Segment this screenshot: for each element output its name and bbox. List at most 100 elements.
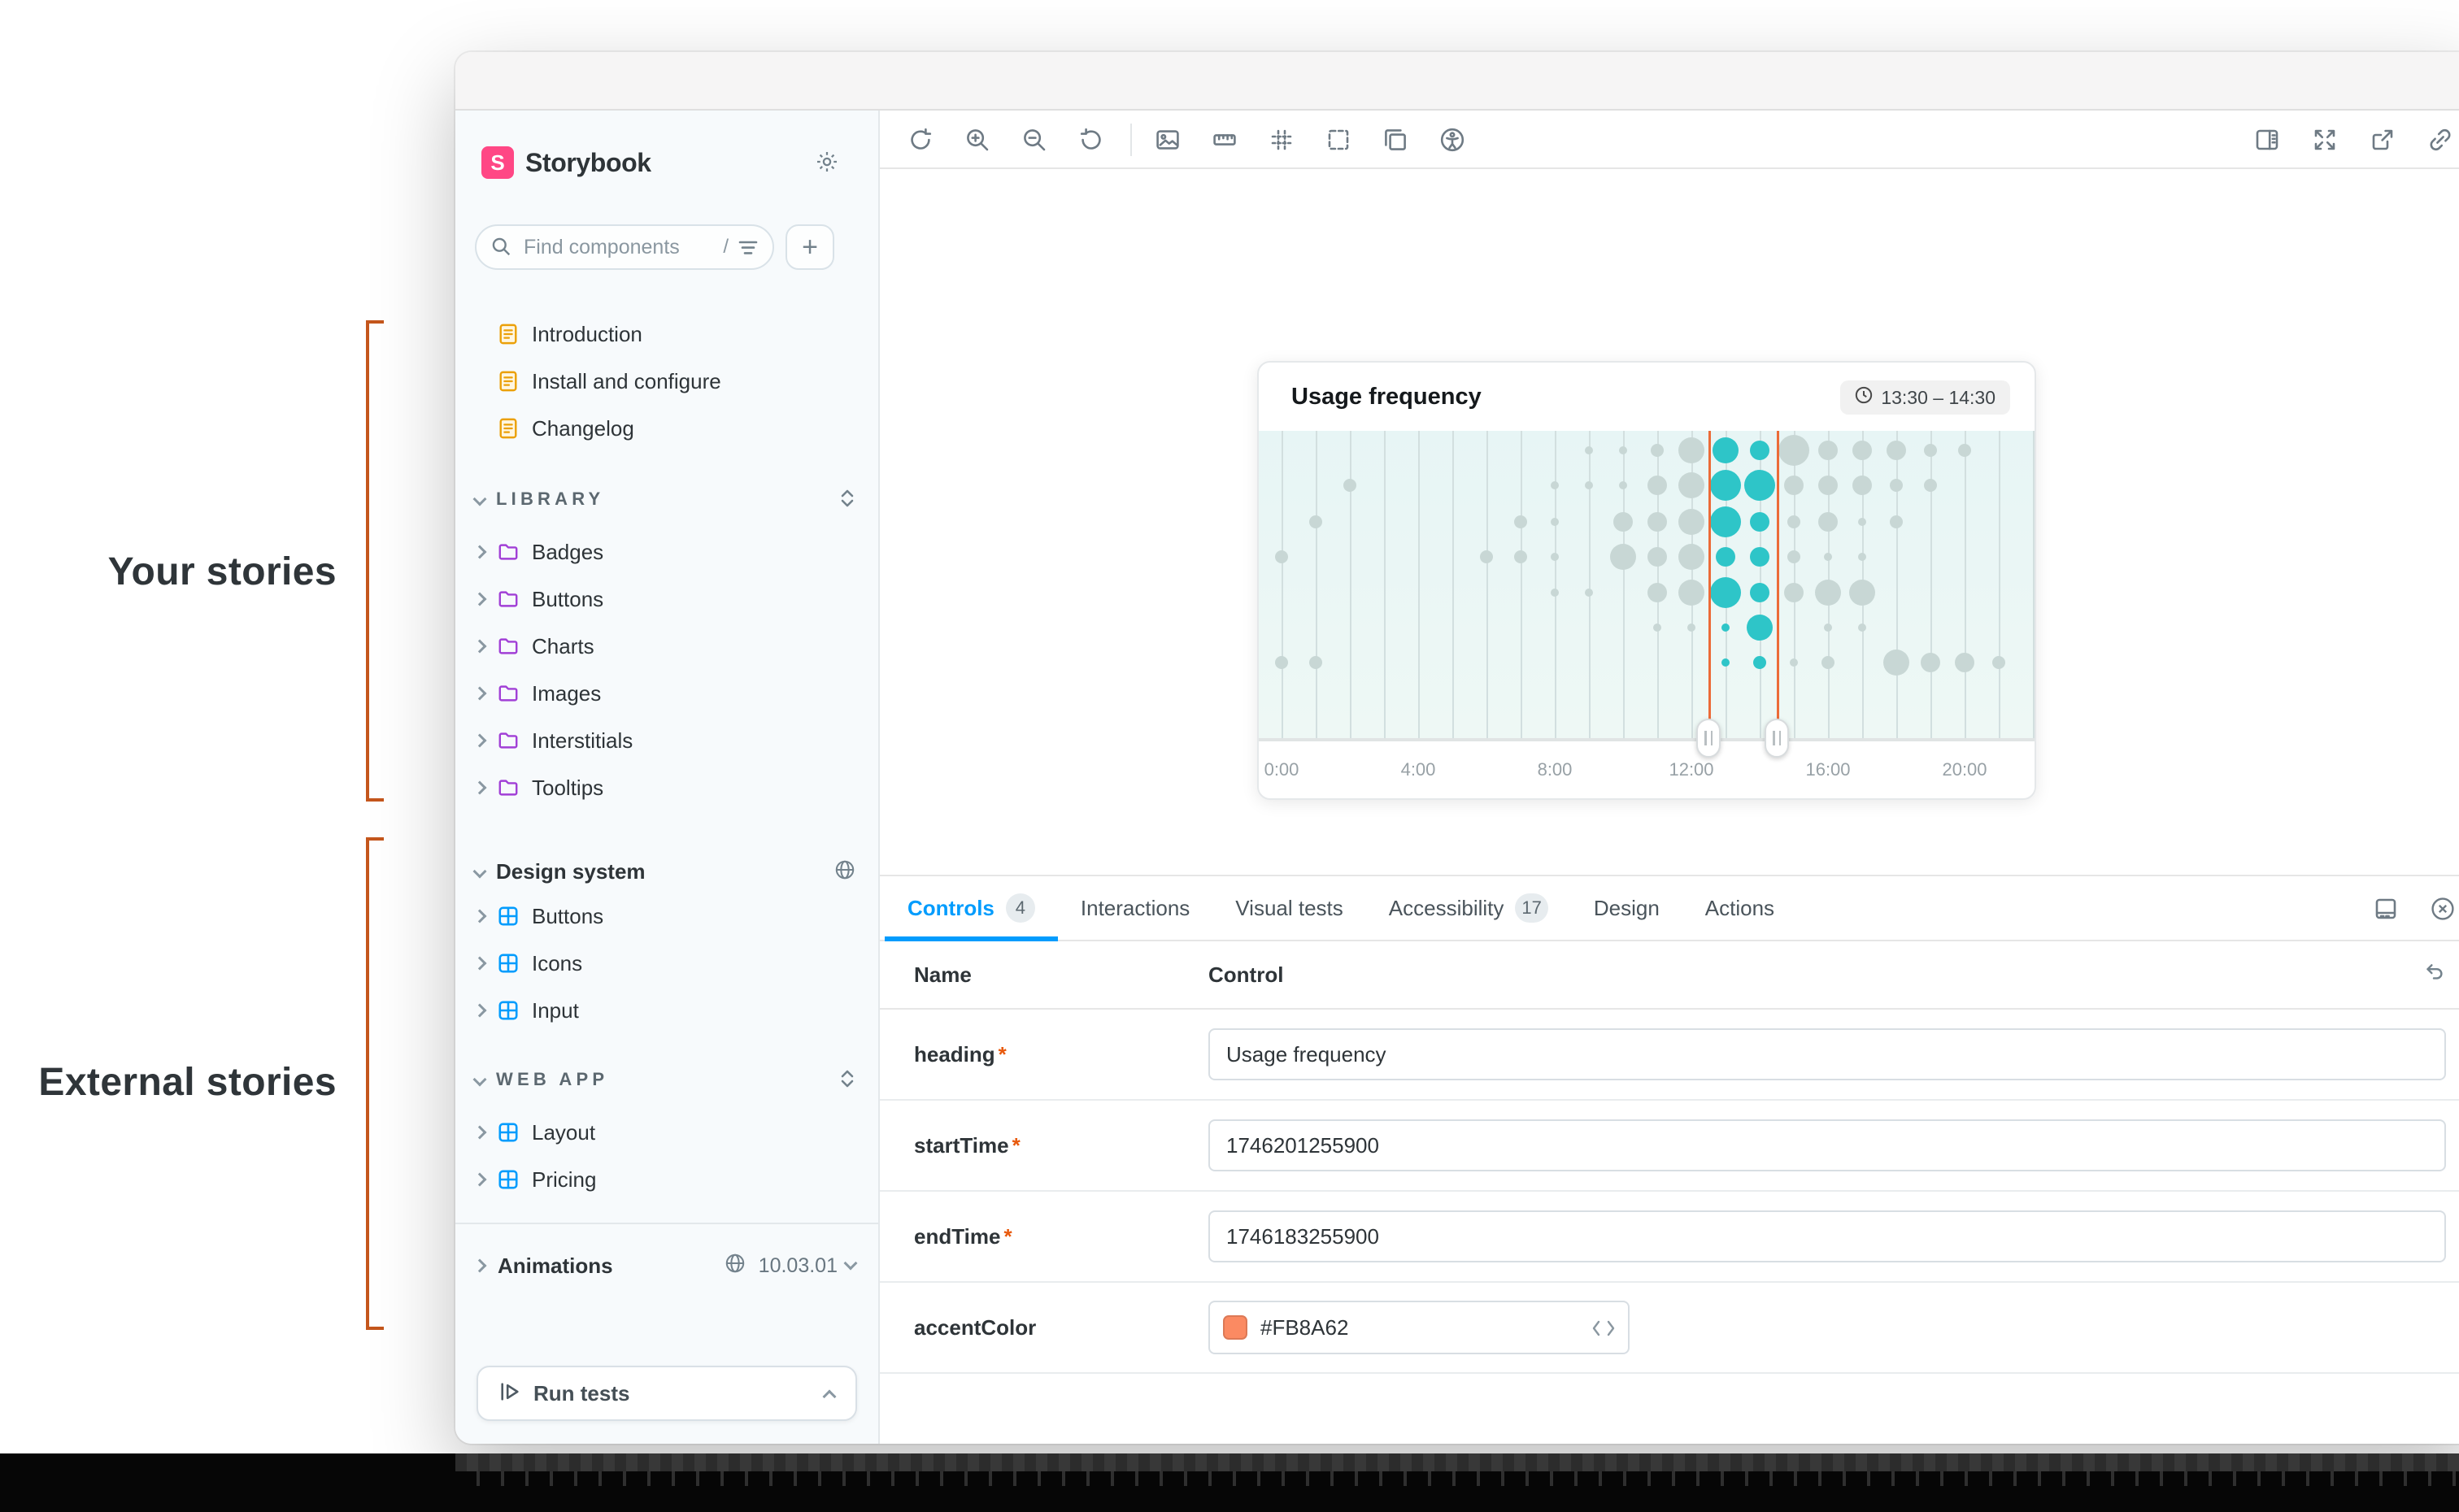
sidebar-item-introduction[interactable]: Introduction (455, 311, 878, 358)
sidebar-item-changelog[interactable]: Changelog (455, 405, 878, 452)
endTime-input[interactable] (1208, 1210, 2446, 1262)
accentColor-color-control[interactable]: #FB8A62 (1208, 1301, 1630, 1354)
copy-link-icon[interactable] (2427, 127, 2453, 153)
selection-end-handle[interactable] (1765, 719, 1789, 758)
sidebar-item-buttons[interactable]: Buttons (455, 576, 878, 623)
tab-accessibility[interactable]: Accessibility17 (1366, 876, 1571, 940)
data-dot (1924, 479, 1937, 492)
sidebar-item-badges[interactable]: Badges (455, 528, 878, 576)
grid-icon[interactable] (1269, 127, 1295, 153)
startTime-input[interactable] (1208, 1119, 2446, 1171)
filter-icon[interactable] (738, 232, 758, 263)
gridline (1965, 431, 1966, 738)
tab-controls[interactable]: Controls4 (885, 876, 1058, 940)
sidebar-item-interstitials[interactable]: Interstitials (455, 717, 878, 764)
viewports-icon[interactable] (1382, 127, 1408, 153)
chevron-right-icon (473, 1259, 487, 1273)
panel-toggle-icon[interactable] (2254, 127, 2280, 153)
chevron-right-icon (473, 1173, 487, 1187)
component-icon (498, 906, 519, 927)
chevron-up-icon[interactable] (823, 1390, 837, 1404)
panel-position-icon[interactable] (2373, 896, 2399, 922)
sidebar-item-input[interactable]: Input (455, 987, 878, 1034)
chevron-right-icon (473, 781, 487, 795)
expand-collapse-icon[interactable] (839, 484, 855, 515)
fullscreen-icon[interactable] (2312, 127, 2338, 153)
remount-icon[interactable] (907, 127, 934, 153)
tab-visual-tests[interactable]: Visual tests (1212, 876, 1365, 940)
measure-icon[interactable] (1212, 127, 1238, 153)
expand-collapse-icon[interactable] (839, 1065, 855, 1095)
data-dot (1678, 544, 1704, 570)
sidebar-item-pricing[interactable]: Pricing (455, 1156, 878, 1203)
data-dot (1849, 580, 1875, 606)
heading-input[interactable] (1208, 1028, 2446, 1080)
document-icon (498, 418, 519, 439)
raw-value-icon[interactable] (1592, 1313, 1615, 1343)
clock-icon (1855, 386, 1873, 409)
storybook-logo-icon[interactable]: S (481, 146, 514, 179)
sidebar-item-label: Charts (532, 634, 594, 659)
section-library[interactable]: LIBRARY (455, 480, 878, 519)
section-design-system[interactable]: Design system (455, 852, 878, 891)
create-story-button[interactable]: + (786, 224, 834, 270)
search-input[interactable] (520, 234, 713, 261)
sidebar-item-install-and-configure[interactable]: Install and configure (455, 358, 878, 405)
sidebar-item-icons[interactable]: Icons (455, 940, 878, 987)
data-dot (1713, 437, 1739, 463)
data-dot (1955, 653, 1974, 672)
close-panel-icon[interactable] (2430, 896, 2456, 922)
accessibility-icon[interactable] (1439, 127, 1465, 153)
data-dot (1647, 476, 1667, 495)
bubble-chart[interactable] (1259, 431, 2035, 741)
color-swatch[interactable] (1223, 1315, 1247, 1340)
tab-actions[interactable]: Actions (1682, 876, 1797, 940)
docs-list: IntroductionInstall and configureChangel… (455, 311, 878, 452)
open-external-icon[interactable] (2370, 127, 2396, 153)
selection-start-handle[interactable] (1696, 719, 1721, 758)
data-dot (1750, 441, 1769, 460)
sidebar-item-layout[interactable]: Layout (455, 1109, 878, 1156)
globe-icon (834, 857, 855, 887)
data-dot (1858, 553, 1866, 561)
data-dot (1678, 509, 1704, 535)
settings-gear-icon[interactable] (815, 150, 839, 180)
sidebar-item-charts[interactable]: Charts (455, 623, 878, 670)
chevron-right-icon (473, 1126, 487, 1140)
usage-frequency-card: Usage frequency 13:30 – 14:30 0:004:008:… (1257, 361, 2036, 800)
reset-controls-icon[interactable] (2422, 959, 2446, 990)
data-dot (1551, 553, 1559, 561)
data-dot (1309, 515, 1322, 528)
sidebar-item-animations[interactable]: Animations 10.03.01 (455, 1242, 878, 1289)
data-dot (1647, 512, 1667, 532)
chevron-right-icon (473, 957, 487, 971)
search-shortcut-hint: / (723, 236, 729, 259)
data-dot (1821, 656, 1834, 669)
design-system-list: ButtonsIconsInput (455, 893, 878, 1034)
tab-design[interactable]: Design (1571, 876, 1682, 940)
data-dot (1883, 650, 1909, 676)
background-icon[interactable] (1155, 127, 1181, 153)
time-axis: 0:004:008:0012:0016:0020:00 (1259, 741, 2035, 800)
zoom-in-icon[interactable] (964, 127, 990, 153)
sidebar-item-tooltips[interactable]: Tooltips (455, 764, 878, 811)
version-selector[interactable]: 10.03.01 (759, 1254, 855, 1278)
annotation-your-stories: Your stories (0, 550, 337, 594)
tab-label: Accessibility (1389, 896, 1504, 921)
outline-icon[interactable] (1325, 127, 1351, 153)
data-dot (1678, 580, 1704, 606)
section-web-app[interactable]: WEB APP (455, 1060, 878, 1099)
search-box[interactable]: / (475, 224, 774, 270)
chevron-down-icon (844, 1257, 858, 1271)
zoom-reset-icon[interactable] (1078, 127, 1104, 153)
sidebar-item-label: Tooltips (532, 776, 603, 801)
tab-interactions[interactable]: Interactions (1058, 876, 1212, 940)
panel-tabs: Controls4Interactions Visual tests Accessi… (880, 876, 2459, 941)
sidebar-item-buttons[interactable]: Buttons (455, 893, 878, 940)
zoom-out-icon[interactable] (1021, 127, 1047, 153)
run-tests-button[interactable]: Run tests (477, 1366, 857, 1421)
sidebar-item-images[interactable]: Images (455, 670, 878, 717)
tab-label: Visual tests (1235, 896, 1343, 921)
brand-title: Storybook (525, 148, 651, 178)
gridline (2033, 431, 2035, 738)
